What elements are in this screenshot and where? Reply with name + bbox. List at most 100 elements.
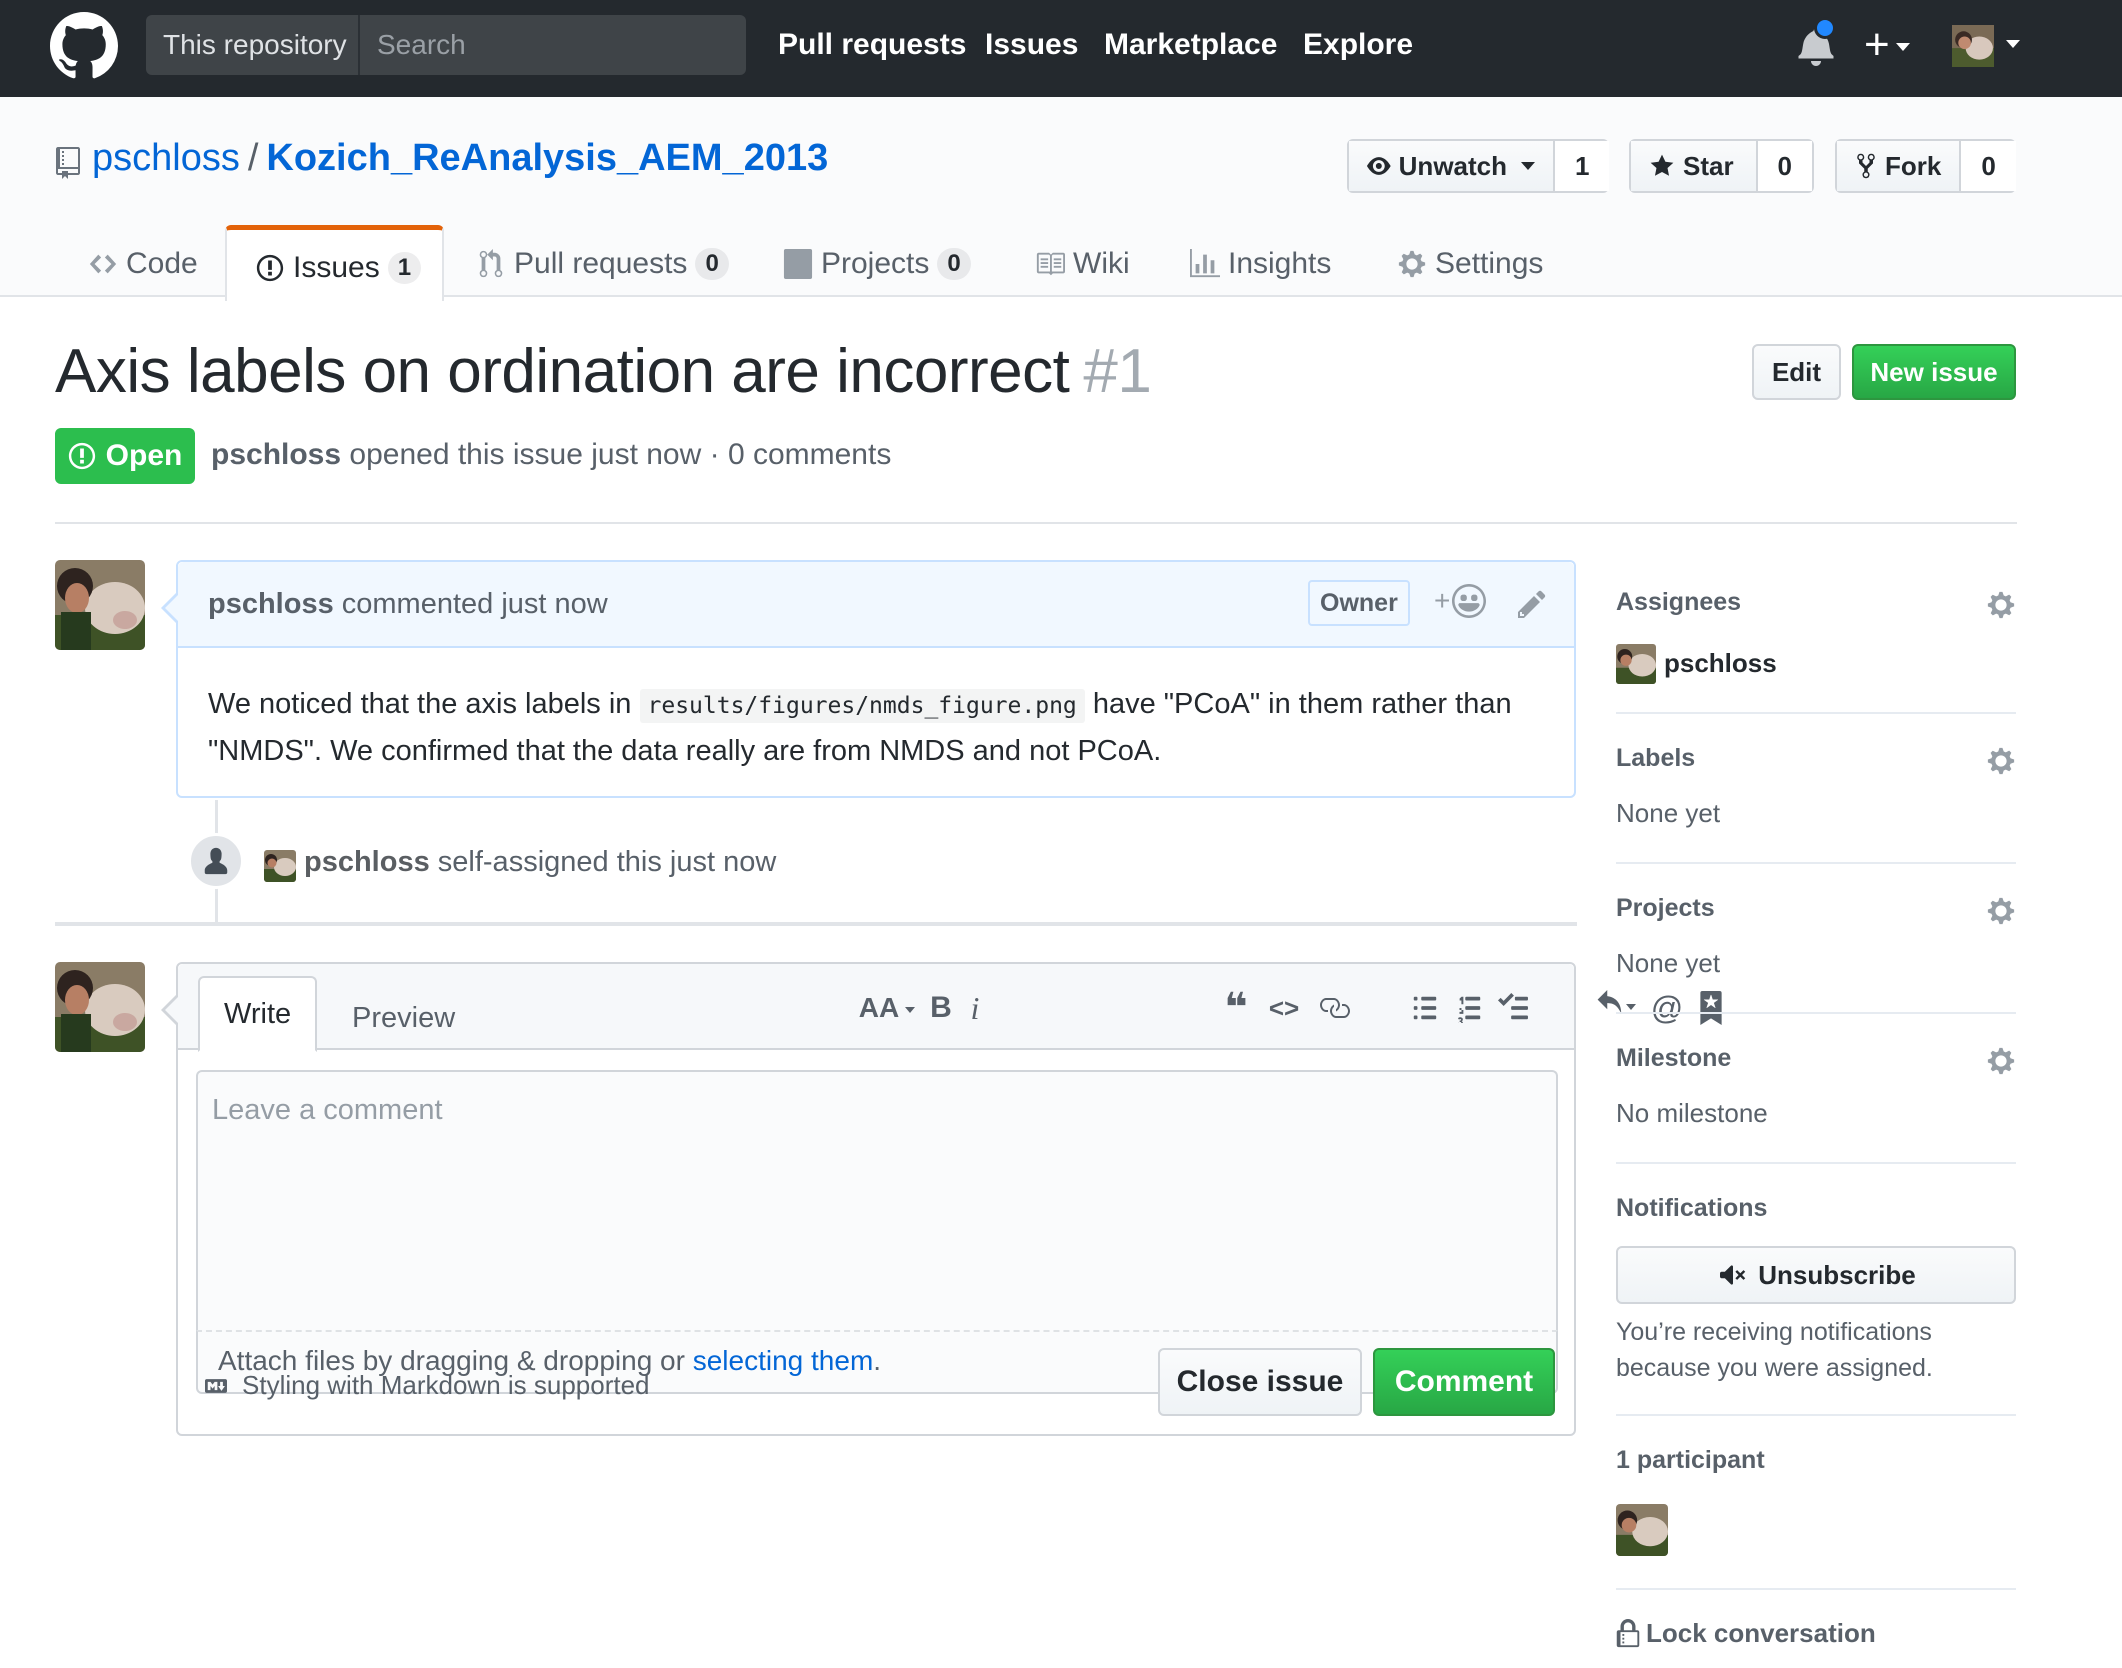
attach-text-end: . (873, 1345, 882, 1376)
unsubscribe-button[interactable]: Unsubscribe (1616, 1246, 2016, 1304)
link-icon[interactable] (1318, 992, 1350, 1024)
current-user-avatar[interactable] (55, 962, 145, 1052)
assignees-title[interactable]: Assignees (1616, 588, 1741, 617)
eye-icon (1367, 157, 1391, 175)
issue-opened-icon (68, 442, 95, 470)
add-reaction-button[interactable]: + (1434, 584, 1487, 618)
notification-reason-text: You’re receiving notifications because y… (1616, 1318, 1933, 1382)
comment-author-line: pschloss commented just now (208, 588, 608, 621)
book-icon (1036, 252, 1065, 276)
ordered-list-icon[interactable] (1454, 993, 1484, 1023)
projects-title[interactable]: Projects (1616, 894, 1715, 923)
fork-button[interactable]: Fork (1837, 141, 1960, 191)
lock-conversation-label: Lock conversation (1646, 1618, 1876, 1648)
new-issue-button[interactable]: New issue (1852, 344, 2016, 400)
tab-projects-label: Projects (821, 247, 930, 280)
code-icon (89, 254, 117, 274)
preview-tab[interactable]: Preview (328, 982, 479, 1058)
milestone-title[interactable]: Milestone (1616, 1044, 1731, 1073)
create-new-dropdown[interactable]: + (1864, 22, 1910, 68)
star-label: Star (1683, 151, 1734, 181)
new-comment-form: Write Preview AA B i ❝ <> @ Attach files… (161, 962, 1722, 1436)
labels-title[interactable]: Labels (1616, 744, 1695, 773)
quote-button[interactable]: ❝ (1218, 988, 1254, 1028)
stargazers-count[interactable]: 0 (1755, 141, 1812, 191)
tab-code-label: Code (126, 247, 198, 280)
close-issue-button[interactable]: Close issue (1158, 1348, 1362, 1416)
comment-author-avatar[interactable] (55, 560, 145, 650)
repo-name-link[interactable]: Kozich_ReAnalysis_AEM_2013 (266, 137, 828, 179)
task-list-icon[interactable] (1496, 993, 1530, 1023)
issue-author-link[interactable]: pschloss (211, 438, 341, 471)
tab-settings[interactable]: Settings (1397, 225, 1543, 299)
pencil-icon[interactable] (1516, 588, 1548, 620)
lock-conversation-link[interactable]: Lock conversation (1616, 1618, 1876, 1649)
comment-author-link[interactable]: pschloss (208, 588, 334, 620)
notifications-title: Notifications (1616, 1194, 1768, 1222)
chevron-down-icon (905, 1006, 916, 1013)
select-files-link[interactable]: selecting them (693, 1345, 874, 1376)
tab-insights[interactable]: Insights (1190, 225, 1331, 299)
comment-form-header: Write Preview AA B i ❝ <> @ (178, 964, 1722, 1052)
nav-explore[interactable]: Explore (1303, 0, 1413, 90)
plus-icon: + (1864, 20, 1890, 69)
gear-icon[interactable] (1986, 896, 2016, 926)
edit-title-button[interactable]: Edit (1752, 344, 1841, 400)
issue-meta: pschloss opened this issue just now · 0 … (211, 438, 891, 472)
sidebar-milestone: Milestone No milestone (1616, 1044, 2016, 1164)
participant-avatar[interactable] (1616, 1504, 1668, 1556)
assignee-link[interactable]: pschloss (1664, 648, 1777, 679)
comment-code-path: results/figures/nmds_figure.png (639, 689, 1085, 723)
tab-insights-label: Insights (1228, 247, 1332, 280)
event-author-link[interactable]: pschloss (304, 846, 430, 878)
fork-label: Fork (1885, 151, 1942, 181)
user-avatar-menu[interactable] (1952, 25, 1994, 67)
text-size-icon: AA (858, 992, 900, 1023)
tab-issues[interactable]: Issues 1 (225, 225, 444, 301)
comment-textarea[interactable] (196, 1070, 1558, 1330)
comment-header: pschloss commented just now Owner + (178, 562, 1574, 648)
tab-wiki[interactable]: Wiki (1035, 225, 1130, 299)
comment-submit-button[interactable]: Comment (1373, 1348, 1555, 1416)
tab-projects[interactable]: Projects 0 (783, 225, 971, 299)
tab-issues-label: Issues (293, 250, 380, 284)
repo-title: pschloss / Kozich_ReAnalysis_AEM_2013 (92, 137, 828, 180)
markdown-support-note[interactable]: Styling with Markdown is supported (200, 1370, 650, 1401)
sidebar-assignees: Assignees pschloss (1616, 588, 2016, 714)
bold-button[interactable]: B (926, 990, 956, 1026)
gear-icon[interactable] (1986, 1046, 2016, 1076)
nav-issues[interactable]: Issues (985, 0, 1078, 90)
projects-counter: 0 (937, 248, 971, 280)
italic-button[interactable]: i (960, 990, 990, 1026)
event-author-avatar[interactable] (264, 850, 296, 882)
tab-wiki-label: Wiki (1073, 247, 1130, 280)
markdown-note-text: Styling with Markdown is supported (242, 1370, 650, 1400)
gear-icon[interactable] (1986, 746, 2016, 776)
unwatch-button[interactable]: Unwatch (1349, 141, 1553, 191)
repo-owner-link[interactable]: pschloss (92, 137, 240, 179)
sidebar-labels: Labels None yet (1616, 744, 2016, 864)
git-pull-request-icon (479, 249, 503, 278)
github-logo-icon[interactable] (50, 12, 118, 80)
header-text-button[interactable]: AA (858, 990, 916, 1026)
nav-pull-requests[interactable]: Pull requests (778, 0, 966, 90)
nav-marketplace[interactable]: Marketplace (1104, 0, 1277, 90)
issue-state-label: Open (105, 439, 183, 472)
tab-pull-requests[interactable]: Pull requests 0 (476, 225, 729, 299)
write-tab[interactable]: Write (198, 976, 318, 1052)
avatar-image (264, 850, 296, 882)
search-box: This repository (146, 15, 746, 75)
search-input[interactable] (362, 15, 744, 75)
milestone-value: No milestone (1616, 1098, 1768, 1128)
assignee-avatar[interactable] (1616, 644, 1656, 684)
gear-icon[interactable] (1986, 590, 2016, 620)
watchers-count[interactable]: 1 (1553, 141, 1610, 191)
tab-code[interactable]: Code (88, 225, 198, 299)
comment-timestamp[interactable]: commented just now (334, 588, 608, 620)
repository-header: pschloss / Kozich_ReAnalysis_AEM_2013 Unwa… (0, 97, 2122, 301)
code-button[interactable]: <> (1266, 990, 1302, 1026)
forks-count[interactable]: 0 (1959, 141, 2016, 191)
star-button[interactable]: Star (1631, 141, 1756, 191)
avatar-image (1616, 644, 1656, 684)
unordered-list-icon[interactable] (1410, 993, 1440, 1023)
